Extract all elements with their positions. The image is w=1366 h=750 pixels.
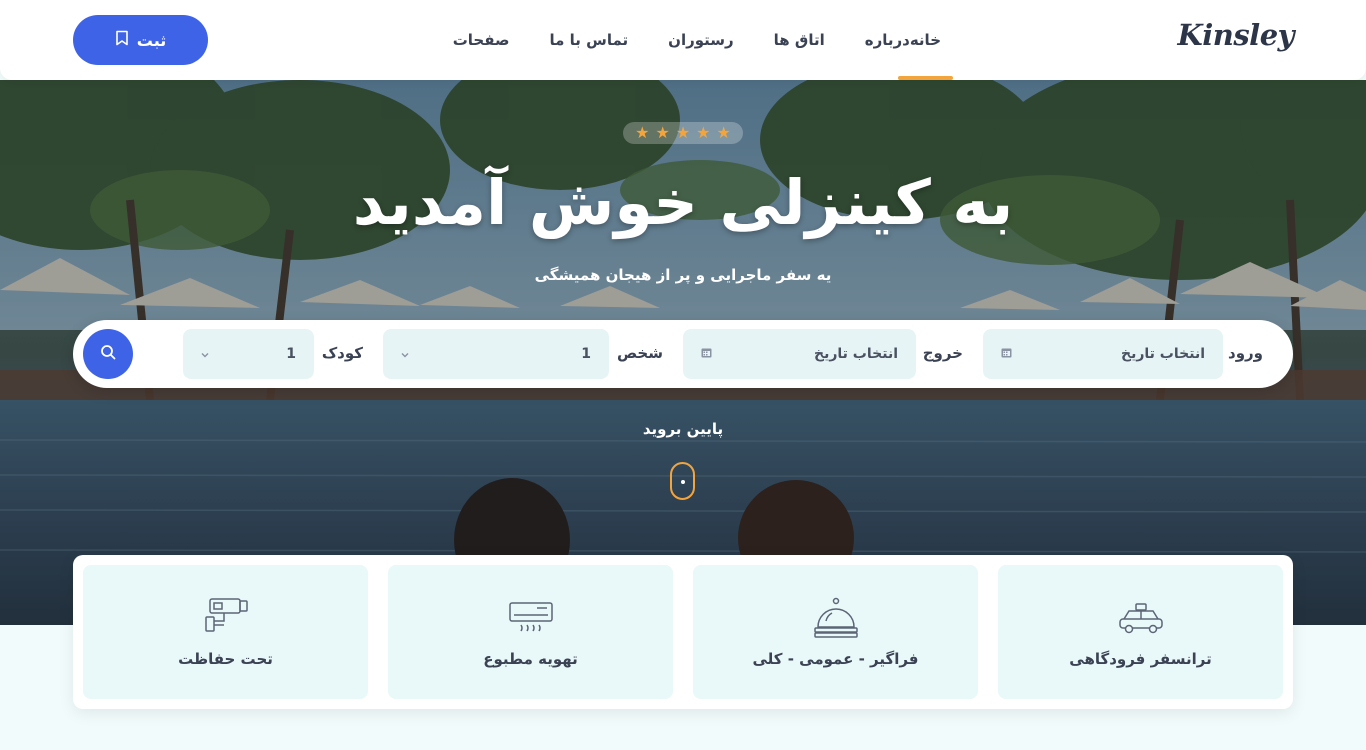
- nav-item-home[interactable]: خانه: [897, 0, 954, 80]
- feature-card-security[interactable]: تحت حفاظت: [83, 565, 368, 699]
- feature-label: تهویه مطبوع: [483, 650, 578, 668]
- taxi-icon: [998, 595, 1283, 639]
- booking-search-bar: ورود انتخاب تاریخ خروج انتخاب تاریخ شخص …: [73, 320, 1293, 388]
- features-panel: ترانسفر فرودگاهی فراگیر - عمومی - کلی ته…: [73, 555, 1293, 709]
- checkout-date-field[interactable]: انتخاب تاریخ: [683, 329, 916, 379]
- checkin-value: انتخاب تاریخ: [1121, 346, 1205, 362]
- feature-card-all-inclusive[interactable]: فراگیر - عمومی - کلی: [693, 565, 978, 699]
- hero-section: ★ ★ ★ ★ ★ به کینزلی خوش آمدید یه سفر ماج…: [0, 80, 1366, 625]
- star-icon: ★: [675, 123, 691, 142]
- calendar-icon: [701, 347, 712, 361]
- calendar-icon: [1001, 347, 1012, 361]
- star-icon: ★: [696, 123, 711, 142]
- search-button[interactable]: [83, 329, 133, 379]
- checkin-label: ورود: [1228, 344, 1263, 362]
- hero-title: به کینزلی خوش آمدید: [352, 166, 1014, 239]
- service-bell-icon: [693, 595, 978, 639]
- star-icon: ★: [635, 123, 650, 142]
- person-select[interactable]: 1: [383, 329, 609, 379]
- child-value: 1: [286, 346, 296, 362]
- person-value: 1: [581, 346, 591, 362]
- air-conditioner-icon: [388, 595, 673, 639]
- person-label: شخص: [616, 344, 663, 362]
- checkin-date-field[interactable]: انتخاب تاریخ: [983, 329, 1223, 379]
- chevron-down-icon: [201, 348, 209, 361]
- main-nav: خانه درباره اتاق ها رستوران تماس با ما ص…: [413, 0, 954, 80]
- child-label: کودک: [321, 344, 363, 362]
- bookmark-icon: [115, 30, 129, 50]
- star-icon: ★: [716, 123, 731, 142]
- rating-stars: ★ ★ ★ ★ ★: [623, 122, 743, 144]
- feature-card-airport-transfer[interactable]: ترانسفر فرودگاهی: [998, 565, 1283, 699]
- scroll-down-label[interactable]: پایین بروید: [0, 420, 1366, 438]
- register-button[interactable]: ثبت: [73, 15, 208, 65]
- nav-item-about[interactable]: درباره: [865, 0, 910, 80]
- feature-label: ترانسفر فرودگاهی: [1069, 650, 1212, 668]
- feature-label: فراگیر - عمومی - کلی: [752, 650, 919, 668]
- site-logo[interactable]: Kinsley: [1178, 18, 1295, 52]
- nav-item-restaurant[interactable]: رستوران: [668, 0, 734, 80]
- chevron-down-icon: [401, 348, 409, 361]
- register-label: ثبت: [136, 30, 167, 50]
- star-icon: ★: [655, 123, 670, 142]
- security-camera-icon: [83, 595, 368, 639]
- scroll-mouse-icon[interactable]: [670, 462, 695, 500]
- search-icon: [100, 344, 116, 364]
- hero-subtitle: یه سفر ماجرایی و پر از هیجان همیشگی: [534, 266, 832, 284]
- checkout-value: انتخاب تاریخ: [814, 346, 898, 362]
- nav-item-contact[interactable]: تماس با ما: [550, 0, 629, 80]
- feature-card-air-conditioning[interactable]: تهویه مطبوع: [388, 565, 673, 699]
- site-header: Kinsley خانه درباره اتاق ها رستوران تماس…: [0, 0, 1366, 80]
- feature-label: تحت حفاظت: [178, 650, 273, 668]
- child-select[interactable]: 1: [183, 329, 314, 379]
- checkout-label: خروج: [922, 344, 963, 362]
- nav-item-pages[interactable]: صفحات: [453, 0, 510, 80]
- nav-item-rooms[interactable]: اتاق ها: [774, 0, 825, 80]
